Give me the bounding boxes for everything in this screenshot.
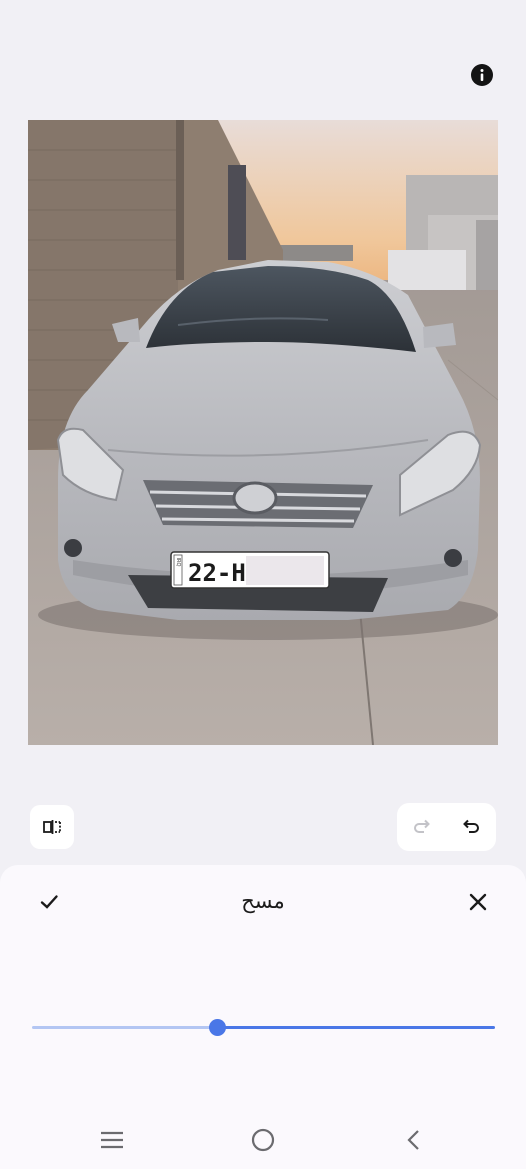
home-button[interactable] — [243, 1124, 283, 1156]
info-icon — [480, 69, 484, 81]
back-icon — [407, 1130, 419, 1150]
redo-button[interactable] — [402, 807, 442, 847]
slider-track-active — [217, 1026, 495, 1029]
svg-text:22-H: 22-H — [188, 559, 246, 587]
photo-canvas[interactable]: IRQ 22-H — [28, 120, 498, 745]
home-icon — [251, 1128, 275, 1152]
toyota-emblem — [232, 481, 278, 515]
history-controls — [397, 803, 496, 851]
compare-button[interactable] — [30, 805, 74, 849]
confirm-button[interactable] — [34, 887, 64, 917]
svg-text:IRQ: IRQ — [175, 558, 181, 567]
recents-button[interactable] — [92, 1124, 132, 1156]
slider-track-inactive — [32, 1026, 217, 1029]
car-photo: IRQ 22-H — [28, 120, 498, 745]
sheet-title: مسح — [241, 889, 285, 913]
compare-icon — [43, 820, 61, 834]
info-button[interactable] — [471, 64, 493, 86]
sheet-header: مسح — [0, 865, 526, 941]
system-nav-bar — [0, 1110, 526, 1169]
back-button[interactable] — [394, 1124, 434, 1156]
undo-icon — [463, 819, 480, 833]
menu-icon — [101, 1131, 123, 1149]
slider-thumb[interactable] — [209, 1019, 226, 1036]
close-icon — [469, 893, 487, 911]
check-icon — [40, 895, 58, 909]
close-button[interactable] — [463, 887, 493, 917]
brush-size-slider[interactable] — [32, 1015, 495, 1039]
undo-button[interactable] — [451, 807, 491, 847]
redo-icon — [413, 819, 430, 833]
